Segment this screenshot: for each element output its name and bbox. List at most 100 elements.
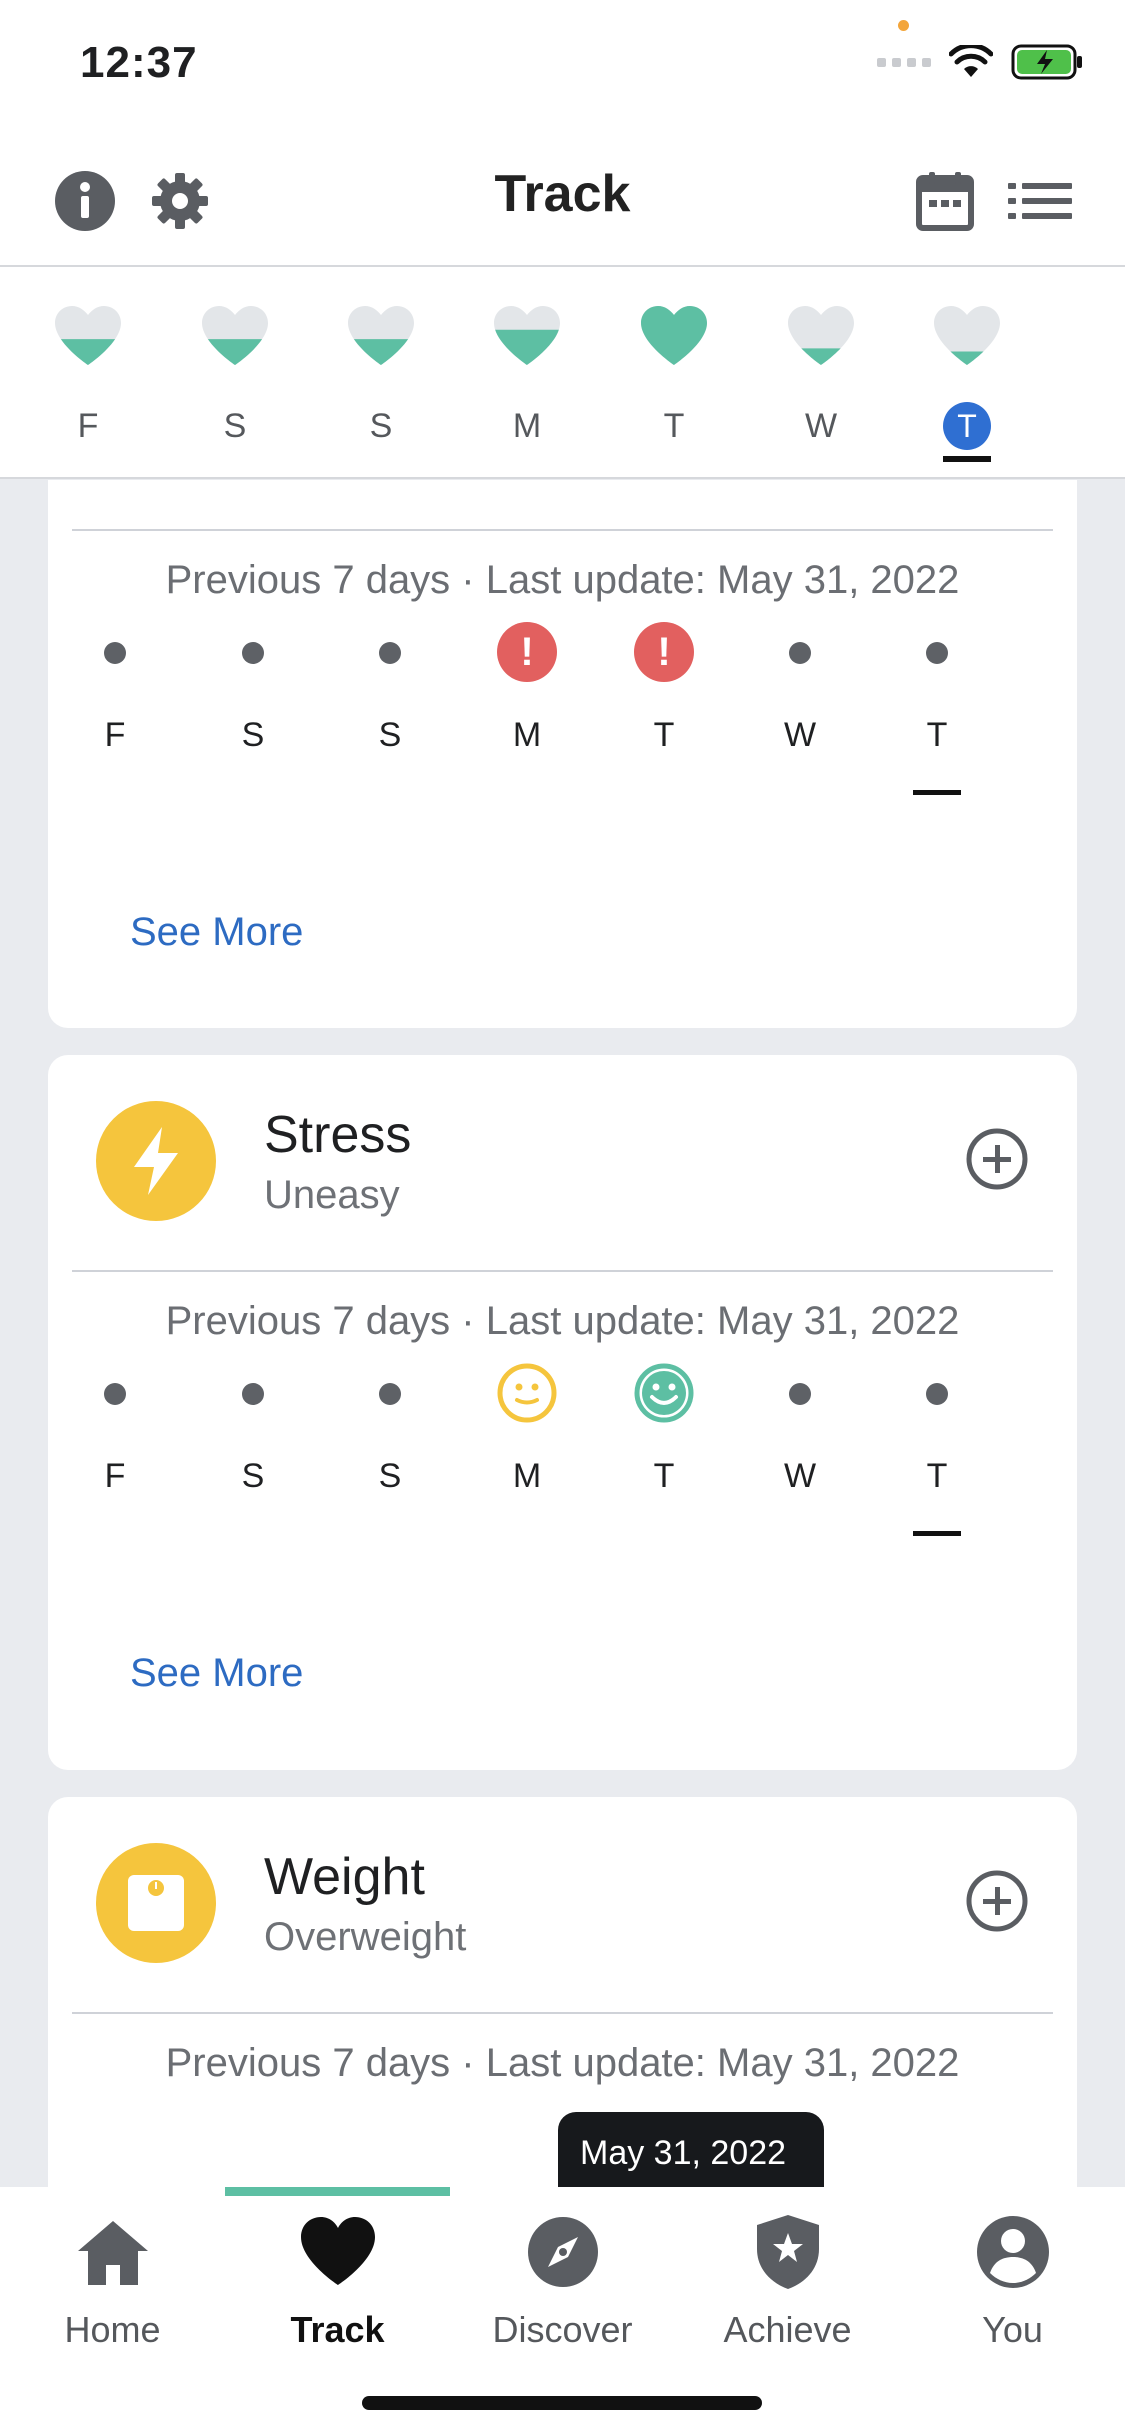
scale-icon [96,1843,216,1963]
tab-discover[interactable]: Discover [450,2207,675,2351]
day-label: T [926,716,948,754]
privacy-indicator-dot [898,20,909,31]
empty-day-dot [926,642,948,664]
list-icon [1008,183,1072,219]
day-label: T [926,1457,948,1495]
tab-home[interactable]: Home [0,2207,225,2351]
day-label: W [783,716,817,754]
week-day-label: F [77,407,99,445]
list-view-button[interactable] [1005,166,1075,236]
heart-icon [293,2207,383,2297]
empty-day-dot [926,1383,948,1405]
day-marker-1[interactable] [213,1359,293,1405]
calendar-icon [916,172,974,231]
slight-smile-icon [497,1363,557,1423]
empty-day-dot [242,1383,264,1405]
week-day-1[interactable]: S [190,305,280,450]
shield-star-icon [743,2207,833,2297]
heart-icon [641,306,707,365]
heart-icon [494,306,560,365]
home-icon [68,2207,158,2297]
selected-day-underline [943,456,991,462]
week-selector: FSSMTWT [0,267,1125,479]
day-marker-4[interactable]: ! [624,618,704,682]
tab-label: Track [290,2309,385,2350]
day-label: W [783,1457,817,1495]
card-divider [72,2012,1053,2014]
empty-day-dot [789,1383,811,1405]
compass-icon [518,2207,608,2297]
see-more-link[interactable]: See More [130,1651,303,1696]
empty-day-dot [379,642,401,664]
profile-icon [968,2207,1058,2297]
day-marker-6[interactable] [897,618,977,664]
see-more-link[interactable]: See More [130,910,303,955]
day-label: F [104,1457,126,1495]
day-marker-1[interactable] [213,618,293,664]
day-label: S [378,1457,402,1495]
day-marker-0[interactable] [75,618,155,664]
empty-day-dot [789,642,811,664]
card-header[interactable]: Weight Overweight [48,1797,1077,2007]
heart-icon [934,306,1000,365]
empty-day-dot [379,1383,401,1405]
tab-label: Home [64,2309,161,2350]
week-day-label: S [223,407,247,445]
week-day-4[interactable]: T [629,305,719,450]
card-divider [72,529,1053,531]
wifi-icon [949,45,993,77]
home-indicator [362,2396,762,2410]
today-underline [913,790,961,795]
top-app-bar: Track [0,140,1125,267]
tab-you[interactable]: You [900,2207,1125,2351]
previous-days-summary: Previous 7 days · Last update: May 31, 2… [165,558,960,602]
week-day-label: W [804,407,838,445]
week-day-6[interactable]: T [922,305,1012,462]
alert-icon: ! [497,622,557,682]
tab-track[interactable]: Track [225,2207,450,2351]
previous-days-summary: Previous 7 days · Last update: May 31, 2… [165,1299,960,1343]
previous-days-summary: Previous 7 days · Last update: May 31, 2… [165,2041,960,2085]
heart-icon [55,306,121,365]
active-tab-indicator [225,2187,450,2196]
card-subtitle: Overweight [264,1915,467,1959]
empty-day-dot [104,1383,126,1405]
add-entry-icon[interactable] [965,1869,1029,1933]
day-label: T [653,1457,675,1495]
day-marker-6[interactable] [897,1359,977,1405]
card-title: Weight [264,1848,425,1906]
day-label: F [104,716,126,754]
week-day-5[interactable]: W [776,305,866,450]
week-day-0[interactable]: F [43,305,133,450]
day-marker-0[interactable] [75,1359,155,1405]
battery-charging-icon [1011,44,1082,80]
day-label: M [512,716,542,754]
lightning-icon [96,1101,216,1221]
calendar-button[interactable] [910,166,980,236]
week-day-3[interactable]: M [482,305,572,450]
status-bar: 12:37 [0,0,1125,140]
day-marker-2[interactable] [350,1359,430,1405]
week-day-2[interactable]: S [336,305,426,450]
week-day-label: T [922,402,1012,450]
day-marker-2[interactable] [350,618,430,664]
tab-achieve[interactable]: Achieve [675,2207,900,2351]
day-marker-3[interactable]: ! [487,618,567,682]
alert-icon: ! [634,622,694,682]
day-marker-5[interactable] [760,618,840,664]
card-title: Stress [264,1106,412,1164]
day-marker-4[interactable] [624,1359,704,1428]
status-time: 12:37 [80,38,198,87]
tab-label: Achieve [723,2309,852,2350]
card-header[interactable]: Stress Uneasy [48,1055,1077,1265]
empty-day-dot [104,642,126,664]
tracker-card-stress: Stress Uneasy Previous 7 days · Last upd… [48,1055,1077,1770]
cellular-signal-icon [877,57,931,67]
day-marker-5[interactable] [760,1359,840,1405]
status-icons [877,44,1085,80]
week-day-label: M [512,407,542,445]
add-entry-icon[interactable] [965,1127,1029,1191]
card-divider [72,1270,1053,1272]
day-marker-3[interactable] [487,1359,567,1428]
day-label: S [241,716,265,754]
